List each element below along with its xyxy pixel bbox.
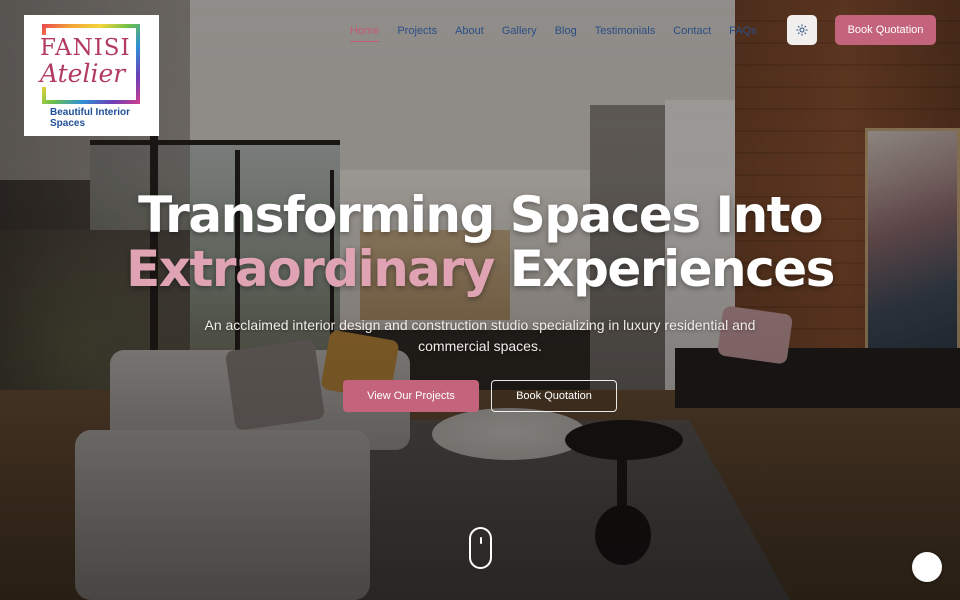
hero-title: Transforming Spaces Into Extraordinary E… xyxy=(0,188,960,296)
scroll-wheel xyxy=(480,537,482,544)
nav-item-about[interactable]: About xyxy=(455,24,484,38)
hero-subtitle: An acclaimed interior design and constru… xyxy=(204,317,756,354)
nav-item-testimonials[interactable]: Testimonials xyxy=(595,24,656,38)
nav-item-gallery[interactable]: Gallery xyxy=(502,24,537,38)
hero-title-line2: Experiences xyxy=(493,240,836,298)
theme-toggle-button[interactable] xyxy=(787,15,817,45)
nav-item-home[interactable]: Home xyxy=(350,24,380,42)
site-logo[interactable]: FANISI Atelier Beautiful Interior Spaces xyxy=(24,15,159,136)
back-to-top-button[interactable] xyxy=(912,552,942,582)
arrow-up-icon xyxy=(923,563,931,571)
sun-icon xyxy=(796,24,808,36)
view-projects-button[interactable]: View Our Projects xyxy=(343,380,479,412)
nav-item-blog[interactable]: Blog xyxy=(555,24,577,38)
logo-tagline: Beautiful Interior Spaces xyxy=(48,107,148,129)
nav-item-contact[interactable]: Contact xyxy=(673,24,711,38)
logo-text-atelier: Atelier xyxy=(38,59,128,88)
nav-item-faqs[interactable]: FAQs xyxy=(729,24,757,38)
hero-title-line1: Transforming Spaces Into xyxy=(138,186,823,244)
nav-item-projects[interactable]: Projects xyxy=(397,24,437,38)
main-nav: Home Projects About Gallery Blog Testimo… xyxy=(350,24,775,42)
mouse-scroll-icon[interactable] xyxy=(469,527,492,569)
hero-title-accent: Extraordinary xyxy=(126,240,495,298)
logo-text-fanisi: FANISI xyxy=(38,35,133,61)
book-quotation-hero-button[interactable]: Book Quotation xyxy=(491,380,617,412)
book-quotation-header-button[interactable]: Book Quotation xyxy=(835,15,936,45)
